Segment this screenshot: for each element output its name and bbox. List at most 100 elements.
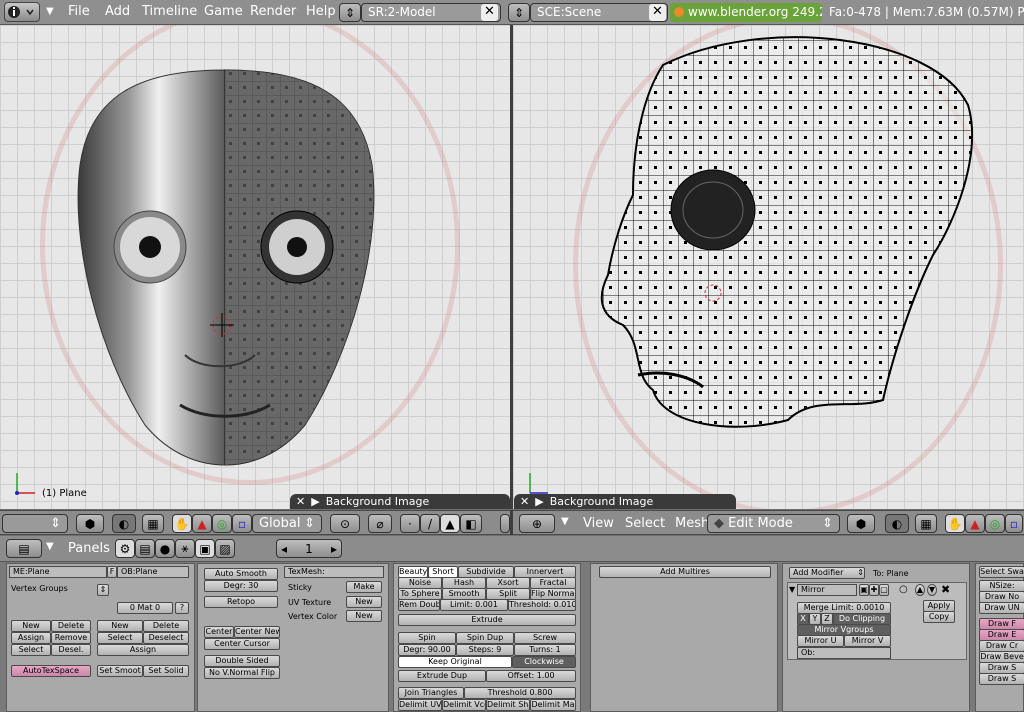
background-image-panel-header[interactable]: ✕ ▶ Background Image — [290, 494, 510, 509]
screen-selector-button[interactable]: ⇕ — [339, 3, 361, 22]
spin-degree-field[interactable]: Degr: 90.00 — [398, 644, 456, 656]
offset-field[interactable]: Offset: 1.00 — [486, 670, 576, 682]
editmode-toggle-icon[interactable]: ▢ — [879, 584, 889, 596]
vgroup-delete-button[interactable]: Delete — [51, 620, 91, 632]
turns-field[interactable]: Turns: 1 — [514, 644, 576, 656]
delimit-sharp-toggle[interactable]: Delimit Sha — [486, 699, 530, 711]
vgroup-deselect-button[interactable]: Desel. — [51, 644, 91, 656]
display-toggle-icon[interactable]: ✚ — [869, 584, 879, 596]
editing-context-icon[interactable]: ▣ — [195, 539, 215, 558]
add-modifier-dropdown[interactable]: Add Modifier ⇕ — [789, 567, 865, 579]
material-help-button[interactable]: ? — [175, 602, 189, 614]
rotate-manipulator-icon[interactable]: ◎ — [212, 514, 232, 533]
auto-smooth-degree-field[interactable]: Degr: 30 — [204, 580, 278, 592]
hand-manipulator-icon[interactable]: ✋ — [172, 514, 192, 533]
object-name-field[interactable]: OB:Plane — [117, 566, 189, 578]
pivot-point-icon[interactable]: ⊙ — [330, 514, 360, 533]
collapse-menu-icon[interactable]: ▼ — [46, 541, 54, 552]
screen-name-field[interactable]: SR:2-Model — [361, 3, 501, 22]
background-image-panel-header-side[interactable]: ✕ ▶ Background Image — [514, 494, 736, 509]
close-icon[interactable]: ✕ — [296, 495, 305, 508]
material-new-button[interactable]: New — [97, 620, 143, 632]
edge-select-icon[interactable]: / — [420, 514, 440, 533]
3d-viewport-front[interactable]: (1) Plane ✕ ▶ Background Image — [0, 25, 510, 509]
menu-timeline[interactable]: Timeline — [142, 4, 197, 19]
scale-manipulator-icon[interactable]: ▫ — [232, 514, 252, 533]
vertex-group-dropdown[interactable]: ⇕ — [97, 584, 109, 596]
frame-number-field[interactable]: ◂ 1 ▸ — [276, 539, 342, 558]
extrude-dup-button[interactable]: Extrude Dup — [398, 670, 486, 682]
play-arrow-icon[interactable]: ▶ — [311, 495, 319, 508]
render-toggle-icon[interactable]: ▣ — [859, 584, 869, 596]
3d-view-window-type-icon[interactable]: ⊕ — [519, 514, 555, 533]
scene-context-icon[interactable]: ▨ — [215, 539, 235, 558]
material-delete-button[interactable]: Delete — [143, 620, 189, 632]
material-select-button[interactable]: Select — [97, 632, 143, 644]
menu-render[interactable]: Render — [250, 4, 296, 19]
sticky-make-button[interactable]: Make — [346, 581, 382, 593]
translate-manipulator-icon[interactable]: ▲ — [192, 514, 212, 533]
scale-manipulator-icon[interactable]: ▫ — [1005, 514, 1023, 533]
mirror-v-toggle[interactable]: Mirror V — [844, 635, 891, 647]
double-sided-toggle[interactable]: Double Sided — [204, 655, 280, 667]
view-menus-dropdown[interactable]: ⇕ — [2, 514, 68, 533]
draw-vnormals-toggle[interactable]: Draw UN — [979, 602, 1024, 614]
translate-manipulator-icon[interactable]: ▲ — [965, 514, 985, 533]
threshold-field[interactable]: Threshold: 0.010 — [508, 599, 576, 611]
menu-help[interactable]: Help — [306, 4, 336, 19]
vgroup-new-button[interactable]: New — [11, 620, 51, 632]
mode-dropdown[interactable]: ◆ Edit Mode ⇕ — [707, 514, 840, 533]
play-arrow-icon[interactable]: ▶ — [535, 495, 543, 508]
object-mode-icon[interactable]: ⬢ — [76, 514, 104, 533]
cage-circle-icon[interactable]: ○ — [899, 584, 908, 595]
retopo-toggle[interactable]: Retopo — [204, 596, 278, 608]
panels-menu[interactable]: Panels — [68, 541, 110, 556]
vgroup-remove-button[interactable]: Remove — [51, 632, 91, 644]
mirror-u-toggle[interactable]: Mirror U — [797, 635, 844, 647]
draw-sharp-toggle[interactable]: Draw S — [979, 673, 1024, 685]
shading-icon[interactable]: ◐ — [885, 514, 909, 533]
spin-dup-button[interactable]: Spin Dup — [456, 632, 514, 644]
scene-name-field[interactable]: SCE:Scene — [530, 3, 668, 22]
autotexspace-toggle[interactable]: AutoTexSpace — [11, 665, 91, 677]
steps-field[interactable]: Steps: 9 — [456, 644, 514, 656]
shading-icon[interactable]: ◐ — [112, 514, 136, 533]
collapse-menu-icon[interactable]: ▼ — [46, 6, 54, 17]
limit-visible-icon[interactable]: ◧ — [460, 514, 482, 533]
no-v-normal-flip-toggle[interactable]: No V.Normal Flip — [204, 667, 280, 679]
rotate-manipulator-icon[interactable]: ◎ — [985, 514, 1005, 533]
set-smooth-button[interactable]: Set Smoot — [97, 665, 143, 677]
close-icon[interactable]: ✕ — [520, 495, 529, 508]
extrude-button[interactable]: Extrude — [398, 614, 576, 626]
shading-context-icon[interactable]: ● — [155, 539, 175, 558]
buttons-window-type-icon[interactable]: ▤ — [6, 539, 42, 558]
object-context-icon[interactable]: ⚹ — [175, 539, 195, 558]
logic-context-icon[interactable]: ⚙ — [115, 539, 135, 558]
header-scroll-handle[interactable] — [500, 514, 510, 533]
modifier-name-field[interactable]: Mirror — [797, 584, 857, 596]
set-solid-button[interactable]: Set Solid — [143, 665, 189, 677]
right-arrow-icon[interactable]: ▸ — [331, 542, 337, 556]
occlusion-icon[interactable]: ⌀ — [368, 514, 392, 533]
select-swap-button[interactable]: Select Swa — [979, 566, 1024, 578]
layers-icon[interactable]: ▦ — [142, 514, 164, 533]
join-triangles-button[interactable]: Join Triangles — [398, 687, 464, 699]
spin-button[interactable]: Spin — [398, 632, 456, 644]
menu-game[interactable]: Game — [204, 4, 243, 19]
mirror-object-field[interactable]: Ob: — [797, 647, 891, 659]
delimit-vcol-toggle[interactable]: Delimit Vco — [442, 699, 486, 711]
hand-manipulator-icon[interactable]: ✋ — [945, 514, 965, 533]
center-cursor-button[interactable]: Center Cursor — [204, 638, 280, 650]
menu-add[interactable]: Add — [105, 4, 130, 19]
blender-version-banner[interactable]: www.blender.org 249.2 — [670, 3, 822, 22]
remove-doubles-button[interactable]: Rem Doubl — [398, 599, 440, 611]
copy-modifier-button[interactable]: Copy — [923, 611, 955, 623]
vgroup-select-button[interactable]: Select — [11, 644, 51, 656]
scene-selector-button[interactable]: ⇕ — [508, 3, 530, 22]
join-threshold-field[interactable]: Threshold 0.800 — [464, 687, 576, 699]
orientation-dropdown[interactable]: Global ⇕ — [252, 514, 322, 533]
expand-arrow-icon[interactable]: ▼ — [789, 585, 795, 594]
clockwise-toggle[interactable]: Clockwise — [512, 656, 576, 668]
material-assign-button[interactable]: Assign — [97, 644, 189, 656]
close-scene-icon[interactable]: ✕ — [649, 4, 666, 21]
